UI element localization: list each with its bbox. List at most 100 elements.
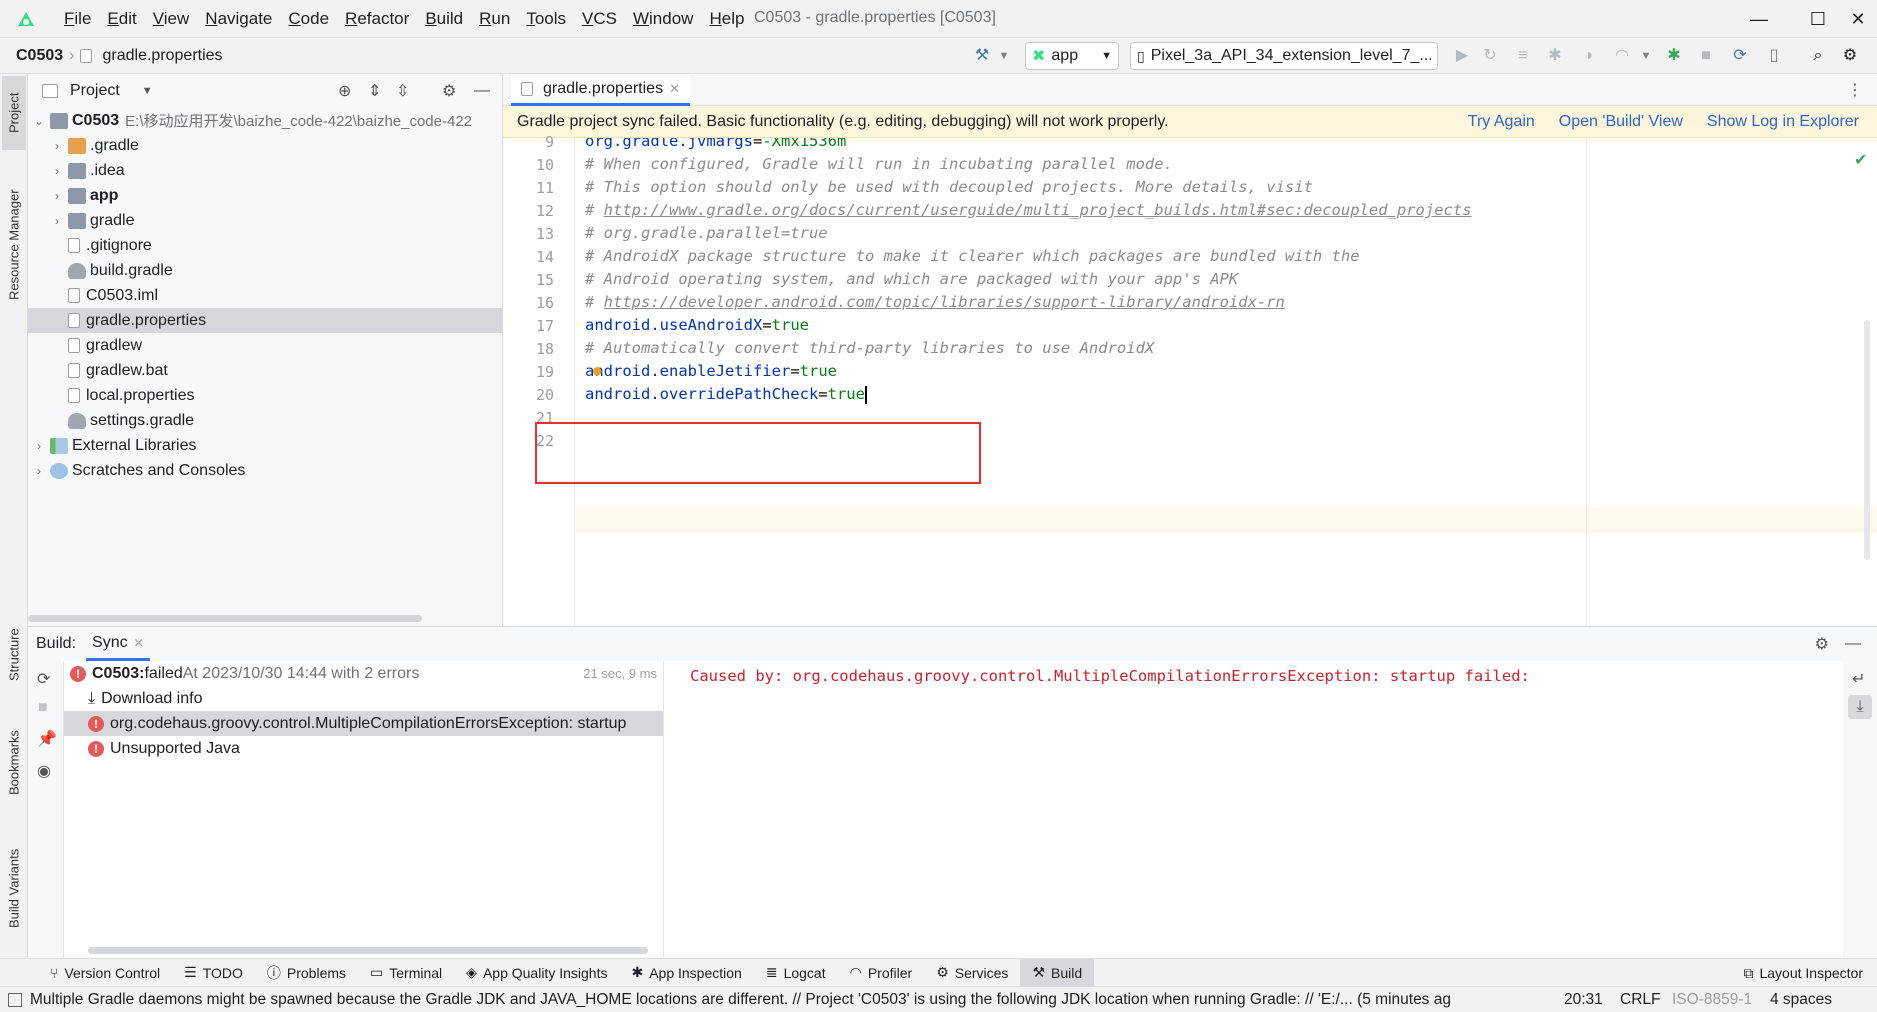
tab-sync[interactable]: Sync ✕ <box>86 627 150 661</box>
tree-item[interactable]: › app <box>28 183 502 208</box>
minimize-button[interactable]: — <box>1739 6 1779 32</box>
tree-item[interactable]: › gradle <box>28 208 502 233</box>
menu-build[interactable]: Build <box>417 9 471 29</box>
project-tool-tab[interactable]: Project <box>2 76 26 150</box>
code-line[interactable]: # AndroidX package structure to make it … <box>585 245 1360 268</box>
chevron-down-icon[interactable]: ▼ <box>142 85 153 97</box>
gradle-sync-icon[interactable]: ⟳ <box>1730 46 1750 66</box>
expand-all-icon[interactable]: ⇕ <box>368 81 381 101</box>
bookmarks-tool-tab[interactable]: Bookmarks <box>2 714 26 810</box>
collapse-all-icon[interactable]: ⇳ <box>396 81 409 101</box>
tree-item[interactable]: C0503.iml <box>28 283 502 308</box>
eye-icon[interactable]: ◉ <box>37 761 51 781</box>
tree-item[interactable]: gradle.properties <box>28 308 502 333</box>
editor-tab-gradle-properties[interactable]: gradle.properties ✕ <box>511 74 690 106</box>
maximize-button[interactable]: ☐ <box>1798 6 1838 32</box>
stop-icon[interactable]: ■ <box>1696 46 1716 66</box>
tab-build[interactable]: ⚒ Build <box>1020 958 1095 987</box>
code-line[interactable]: # org.gradle.parallel=true <box>585 222 828 245</box>
menu-navigate[interactable]: Navigate <box>197 9 280 29</box>
tree-item[interactable]: local.properties <box>28 383 502 408</box>
tab-version-control[interactable]: ⑂ Version Control <box>38 959 172 987</box>
attach-debugger-icon[interactable]: ✱ <box>1664 46 1684 66</box>
code-line[interactable]: android.enableJetifier=true ● <box>585 360 837 383</box>
structure-tool-tab[interactable]: Structure <box>2 610 26 700</box>
gear-icon[interactable]: ⚙ <box>442 81 456 101</box>
status-message[interactable]: Multiple Gradle daemons might be spawned… <box>30 991 1520 1009</box>
tab-profiler[interactable]: ◠ Profiler <box>838 959 925 987</box>
build-tree-row[interactable]: ! Unsupported Java <box>64 736 663 761</box>
status-caret-position[interactable]: 20:31 <box>1564 991 1603 1009</box>
chevron-right-icon[interactable]: › <box>32 464 46 478</box>
build-tree-row[interactable]: ⤓ Download info <box>64 686 663 711</box>
search-icon[interactable]: ⌕ <box>1808 46 1828 66</box>
code-line[interactable]: # Android operating system, and which ar… <box>585 268 1238 291</box>
status-line-separator[interactable]: CRLF <box>1620 991 1660 1009</box>
project-panel-title[interactable]: Project <box>70 82 120 100</box>
toggle-tool-windows-icon[interactable] <box>8 992 22 1007</box>
breadcrumb-file[interactable]: gradle.properties <box>102 47 222 65</box>
build-output[interactable]: Caused by: org.codehaus.groovy.control.M… <box>678 661 1838 959</box>
menu-edit[interactable]: Edit <box>99 9 144 29</box>
code-line[interactable]: # https://developer.android.com/topic/li… <box>585 291 1285 314</box>
code-line[interactable]: # When configured, Gradle will run in in… <box>585 153 1173 176</box>
menu-refactor[interactable]: Refactor <box>337 9 417 29</box>
menu-run[interactable]: Run <box>471 9 518 29</box>
no-problems-check-icon[interactable]: ✔ <box>1854 150 1867 170</box>
tab-todo[interactable]: ☰ TODO <box>172 959 255 987</box>
tab-logcat[interactable]: ≣ Logcat <box>754 959 838 987</box>
hammer-icon[interactable]: ⚒ <box>972 46 992 66</box>
run-icon[interactable]: ▶ <box>1452 46 1472 66</box>
menu-help[interactable]: Help <box>701 9 752 29</box>
chevron-down-icon[interactable]: ▼ <box>1636 46 1656 66</box>
menu-view[interactable]: View <box>145 9 198 29</box>
code-line[interactable]: # http://www.gradle.org/docs/current/use… <box>585 199 1472 222</box>
tab-terminal[interactable]: ▭ Terminal <box>358 959 454 987</box>
debug-icon[interactable]: ✱ <box>1545 46 1565 66</box>
profile-icon[interactable]: ◠ <box>1612 46 1632 66</box>
scroll-to-end-icon[interactable]: ⤓ <box>1848 695 1872 719</box>
chevron-down-icon[interactable]: ⌄ <box>32 114 46 128</box>
more-options-icon[interactable]: ⋮ <box>1847 80 1863 100</box>
tree-item[interactable]: .gitignore <box>28 233 502 258</box>
code-line[interactable]: org.gradle.jvmargs=-Xmx1536m <box>585 138 846 153</box>
chevron-right-icon[interactable]: › <box>50 164 64 178</box>
menu-tools[interactable]: Tools <box>518 9 574 29</box>
tab-app-quality-insights[interactable]: ◈ App Quality Insights <box>454 959 619 987</box>
refresh-icon[interactable]: ⟳ <box>37 669 50 689</box>
status-indent[interactable]: 4 spaces <box>1770 991 1832 1009</box>
horizontal-scrollbar[interactable] <box>28 615 422 622</box>
locate-icon[interactable]: ⊕ <box>338 81 351 101</box>
code-line[interactable]: android.useAndroidX=true <box>585 314 809 337</box>
horizontal-scrollbar[interactable] <box>88 947 648 954</box>
tab-services[interactable]: ⚙ Services <box>924 959 1020 987</box>
tree-item[interactable]: build.gradle <box>28 258 502 283</box>
soft-wrap-icon[interactable]: ↵ <box>1852 669 1865 689</box>
close-window-button[interactable]: ✕ <box>1838 6 1877 32</box>
apply-changes-icon[interactable]: ≡ <box>1513 46 1533 66</box>
coverage-icon[interactable]: ◑ <box>1578 46 1598 66</box>
chevron-right-icon[interactable]: › <box>50 189 64 203</box>
tree-item-scratches[interactable]: › Scratches and Consoles <box>28 458 502 483</box>
menu-window[interactable]: Window <box>625 9 701 29</box>
build-variants-tool-tab[interactable]: Build Variants <box>2 828 26 948</box>
chevron-right-icon[interactable]: › <box>50 214 64 228</box>
code-area[interactable]: org.gradle.jvmargs=-Xmx1536m # When confi… <box>585 138 1865 626</box>
chevron-down-icon[interactable]: ▼ <box>994 46 1014 66</box>
build-tree-row[interactable]: ! C0503: failed At 2023/10/30 14:44 with … <box>64 661 663 686</box>
tab-layout-inspector[interactable]: ⧉ Layout Inspector <box>1743 959 1863 987</box>
code-line[interactable]: android.overridePathCheck=true <box>585 383 867 406</box>
intention-bulb-icon[interactable]: ● <box>593 360 601 383</box>
banner-link-try-again[interactable]: Try Again <box>1468 113 1535 131</box>
tab-app-inspection[interactable]: ✱ App Inspection <box>619 959 753 987</box>
tree-item[interactable]: gradlew <box>28 333 502 358</box>
resource-manager-tool-tab[interactable]: Resource Manager <box>2 170 26 320</box>
breadcrumb-project[interactable]: C0503 <box>16 47 63 65</box>
gear-icon[interactable]: ⚙ <box>1840 46 1860 66</box>
device-manager-icon[interactable]: ▯ <box>1764 46 1784 66</box>
banner-link-open-build-view[interactable]: Open 'Build' View <box>1559 113 1683 131</box>
tree-item[interactable]: gradlew.bat <box>28 358 502 383</box>
device-dropdown[interactable]: ▯ Pixel_3a_API_34_extension_level_7_... <box>1130 42 1438 70</box>
hide-panel-icon[interactable]: — <box>1845 635 1861 653</box>
vertical-scrollbar[interactable] <box>1864 320 1870 560</box>
